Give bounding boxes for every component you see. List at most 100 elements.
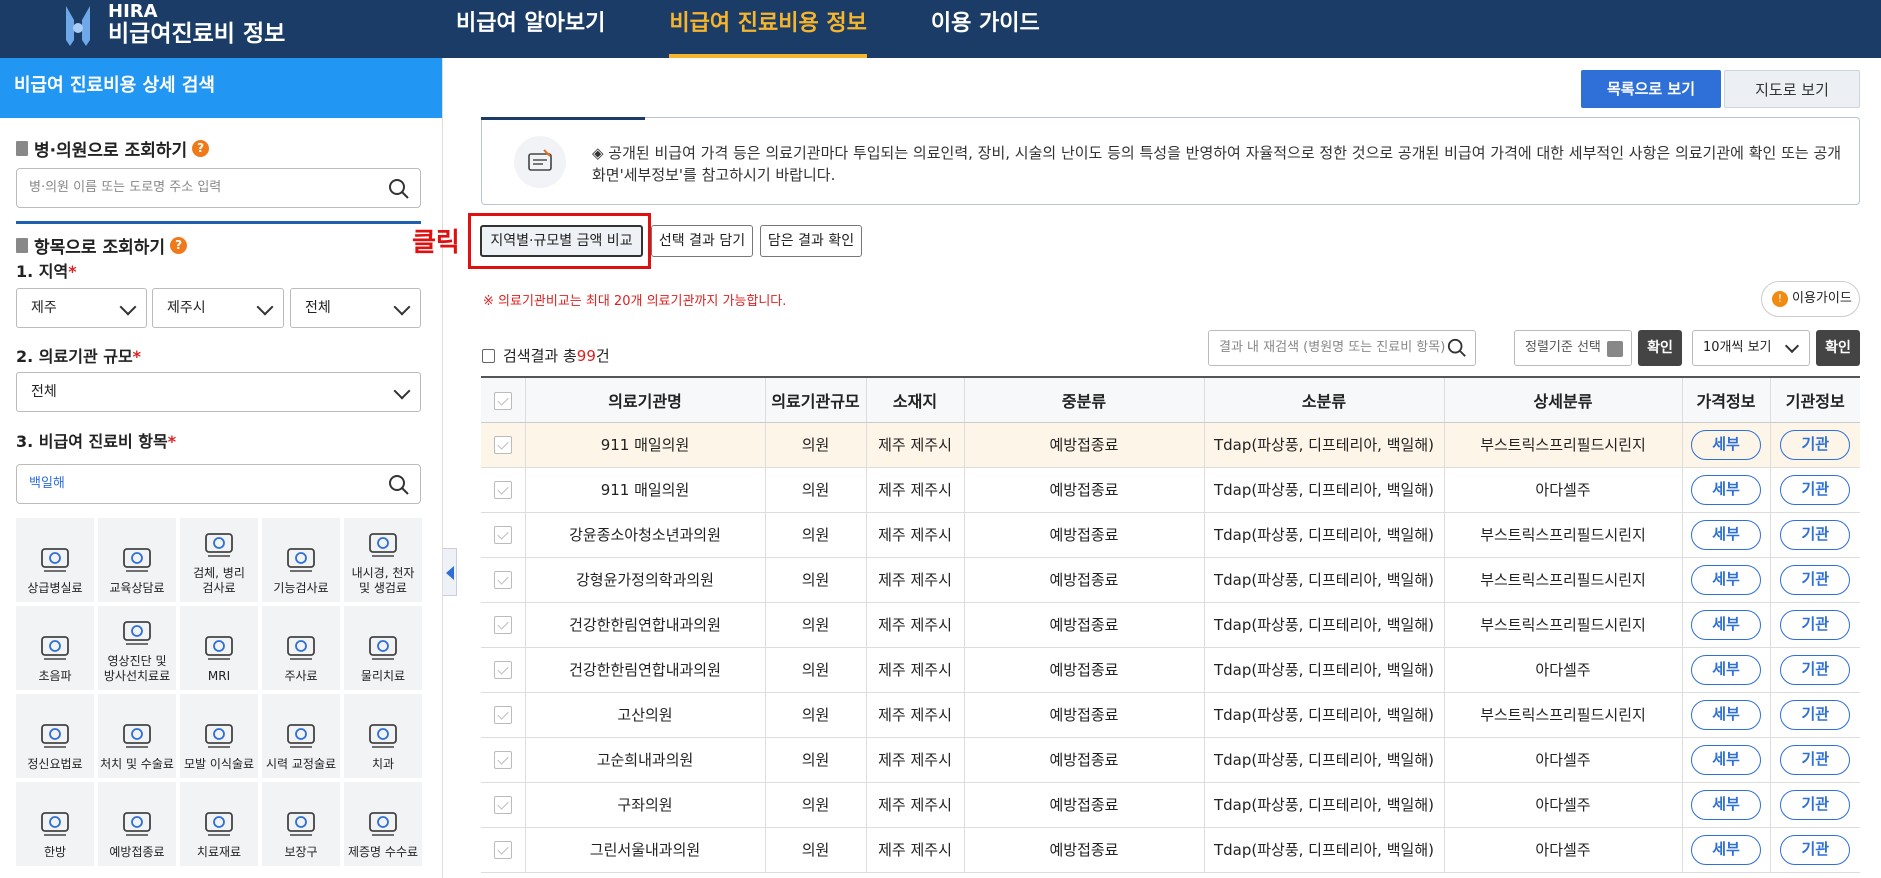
- cell-name: 911 매일의원: [525, 422, 766, 468]
- cell-mid-category: 예방접종료: [964, 782, 1205, 828]
- item-search-input[interactable]: 백일해: [16, 464, 421, 504]
- search-icon[interactable]: [388, 474, 410, 496]
- price-detail-button[interactable]: 세부: [1691, 474, 1761, 505]
- row-checkbox[interactable]: [481, 692, 526, 738]
- category-tile[interactable]: 기능검사료: [262, 518, 340, 602]
- category-tile[interactable]: 모발 이식술료: [180, 694, 258, 778]
- category-tile[interactable]: 치료재료: [180, 782, 258, 866]
- category-tile[interactable]: 시력 교정술료: [262, 694, 340, 778]
- help-icon[interactable]: ?: [170, 237, 188, 254]
- category-tile[interactable]: 검체, 병리 검사료: [180, 518, 258, 602]
- scale-select[interactable]: 전체: [16, 372, 421, 412]
- view-saved-button[interactable]: 담은 결과 확인: [760, 225, 862, 257]
- price-detail-button[interactable]: 세부: [1691, 564, 1761, 595]
- select-all-checkbox[interactable]: [481, 376, 526, 423]
- logo-top-text: HIRA: [108, 1, 158, 22]
- institution-info-button[interactable]: 기관: [1780, 519, 1851, 550]
- row-checkbox[interactable]: [481, 602, 526, 648]
- price-detail-button[interactable]: 세부: [1691, 699, 1761, 730]
- material-icon: [198, 803, 240, 841]
- cell-mid-category: 예방접종료: [964, 827, 1205, 873]
- region-city-select[interactable]: 제주시: [152, 288, 284, 328]
- search-icon[interactable]: [1447, 338, 1467, 358]
- per-page-select[interactable]: 10개씩 보기: [1692, 330, 1810, 366]
- physio-icon: [362, 627, 404, 665]
- category-tile[interactable]: 보장구: [262, 782, 340, 866]
- price-detail-button[interactable]: 세부: [1691, 654, 1761, 685]
- institution-info-button[interactable]: 기관: [1780, 699, 1851, 730]
- category-tile[interactable]: 주사료: [262, 606, 340, 690]
- institution-info-button[interactable]: 기관: [1780, 609, 1851, 640]
- price-detail-button[interactable]: 세부: [1691, 609, 1761, 640]
- price-detail-button[interactable]: 세부: [1691, 834, 1761, 865]
- category-tile[interactable]: 물리치료: [344, 606, 422, 690]
- add-selected-button[interactable]: 선택 결과 담기: [651, 225, 753, 257]
- cell-sub-category: Tdap(파상풍, 디프테리아, 백일해): [1204, 512, 1445, 558]
- compare-region-scale-button[interactable]: 지역별·규모별 금액 비교: [480, 225, 643, 257]
- category-tile[interactable]: 상급병실료: [16, 518, 94, 602]
- sort-confirm-button[interactable]: 확인: [1638, 330, 1682, 366]
- row-checkbox[interactable]: [481, 647, 526, 693]
- category-tile[interactable]: 초음파: [16, 606, 94, 690]
- cell-mid-category: 예방접종료: [964, 737, 1205, 783]
- category-label: 주사료: [284, 669, 318, 683]
- mri-icon: [198, 627, 240, 665]
- cell-detail-category: 부스트릭스프리필드시린지: [1444, 422, 1683, 468]
- institution-info-button[interactable]: 기관: [1780, 789, 1851, 820]
- search-icon[interactable]: [388, 178, 410, 200]
- institution-info-button[interactable]: 기관: [1780, 564, 1851, 595]
- category-tile[interactable]: 처치 및 수술료: [98, 694, 176, 778]
- table-row: 강윤종소아청소년과의원 의원 제주 제주시 예방접종료 Tdap(파상풍, 디프테리아,…: [481, 512, 1860, 558]
- vaccine-icon: [116, 803, 158, 841]
- sidebar-collapse-toggle[interactable]: [443, 548, 457, 596]
- cell-location: 제주 제주시: [866, 782, 965, 828]
- map-view-button[interactable]: 지도로 보기: [1724, 70, 1860, 108]
- institution-info-button[interactable]: 기관: [1780, 474, 1851, 505]
- region-label: 1. 지역*: [16, 262, 77, 281]
- category-tile[interactable]: 한방: [16, 782, 94, 866]
- category-tile[interactable]: MRI: [180, 606, 258, 690]
- row-checkbox[interactable]: [481, 827, 526, 873]
- per-page-confirm-button[interactable]: 확인: [1816, 330, 1860, 366]
- institution-info-button[interactable]: 기관: [1780, 834, 1851, 865]
- usage-guide-button[interactable]: ! 이용가이드: [1761, 281, 1860, 317]
- hospital-search-input[interactable]: 병·의원 이름 또는 도로명 주소 입력: [16, 168, 421, 208]
- ultrasound-icon: [34, 627, 76, 665]
- institution-info-button[interactable]: 기관: [1780, 744, 1851, 775]
- category-tile[interactable]: 예방접종료: [98, 782, 176, 866]
- category-tile[interactable]: 교육상담료: [98, 518, 176, 602]
- institution-info-button[interactable]: 기관: [1780, 429, 1851, 460]
- cell-scale: 의원: [765, 467, 867, 513]
- nav-item-about[interactable]: 비급여 알아보기: [456, 0, 605, 58]
- section-divider: [16, 221, 421, 224]
- category-tile[interactable]: 정신요법료: [16, 694, 94, 778]
- category-tile[interactable]: 영상진단 및 방사선치료료: [98, 606, 176, 690]
- price-detail-button[interactable]: 세부: [1691, 519, 1761, 550]
- site-logo[interactable]: HIRA 비급여진료비 정보: [60, 0, 285, 46]
- category-tile[interactable]: 내시경, 천자 및 생검료: [344, 518, 422, 602]
- brain-wave-icon: [34, 715, 76, 753]
- list-view-button[interactable]: 목록으로 보기: [1581, 70, 1721, 108]
- category-tile[interactable]: 제증명 수수료: [344, 782, 422, 866]
- price-detail-button[interactable]: 세부: [1691, 429, 1761, 460]
- in-result-search-input[interactable]: 결과 내 재검색 (병원명 또는 진료비 항목): [1208, 330, 1476, 366]
- chevron-down-icon: [256, 298, 274, 316]
- category-tile[interactable]: 치과: [344, 694, 422, 778]
- nav-item-cost-info[interactable]: 비급여 진료비용 정보: [669, 0, 868, 58]
- table-row: 고산의원 의원 제주 제주시 예방접종료 Tdap(파상풍, 디프테리아, 백일해) 부스…: [481, 692, 1860, 738]
- help-icon[interactable]: ?: [192, 140, 210, 157]
- row-checkbox[interactable]: [481, 737, 526, 783]
- row-checkbox[interactable]: [481, 422, 526, 468]
- row-checkbox[interactable]: [481, 467, 526, 513]
- row-checkbox[interactable]: [481, 512, 526, 558]
- row-checkbox[interactable]: [481, 782, 526, 828]
- region-district-select[interactable]: 전체: [290, 288, 421, 328]
- price-detail-button[interactable]: 세부: [1691, 744, 1761, 775]
- row-checkbox[interactable]: [481, 557, 526, 603]
- institution-info-button[interactable]: 기관: [1780, 654, 1851, 685]
- sort-select[interactable]: 정렬기준 선택: [1514, 330, 1632, 366]
- cell-mid-category: 예방접종료: [964, 692, 1205, 738]
- price-detail-button[interactable]: 세부: [1691, 789, 1761, 820]
- nav-item-guide[interactable]: 이용 가이드: [931, 0, 1040, 58]
- region-province-select[interactable]: 제주: [16, 288, 147, 328]
